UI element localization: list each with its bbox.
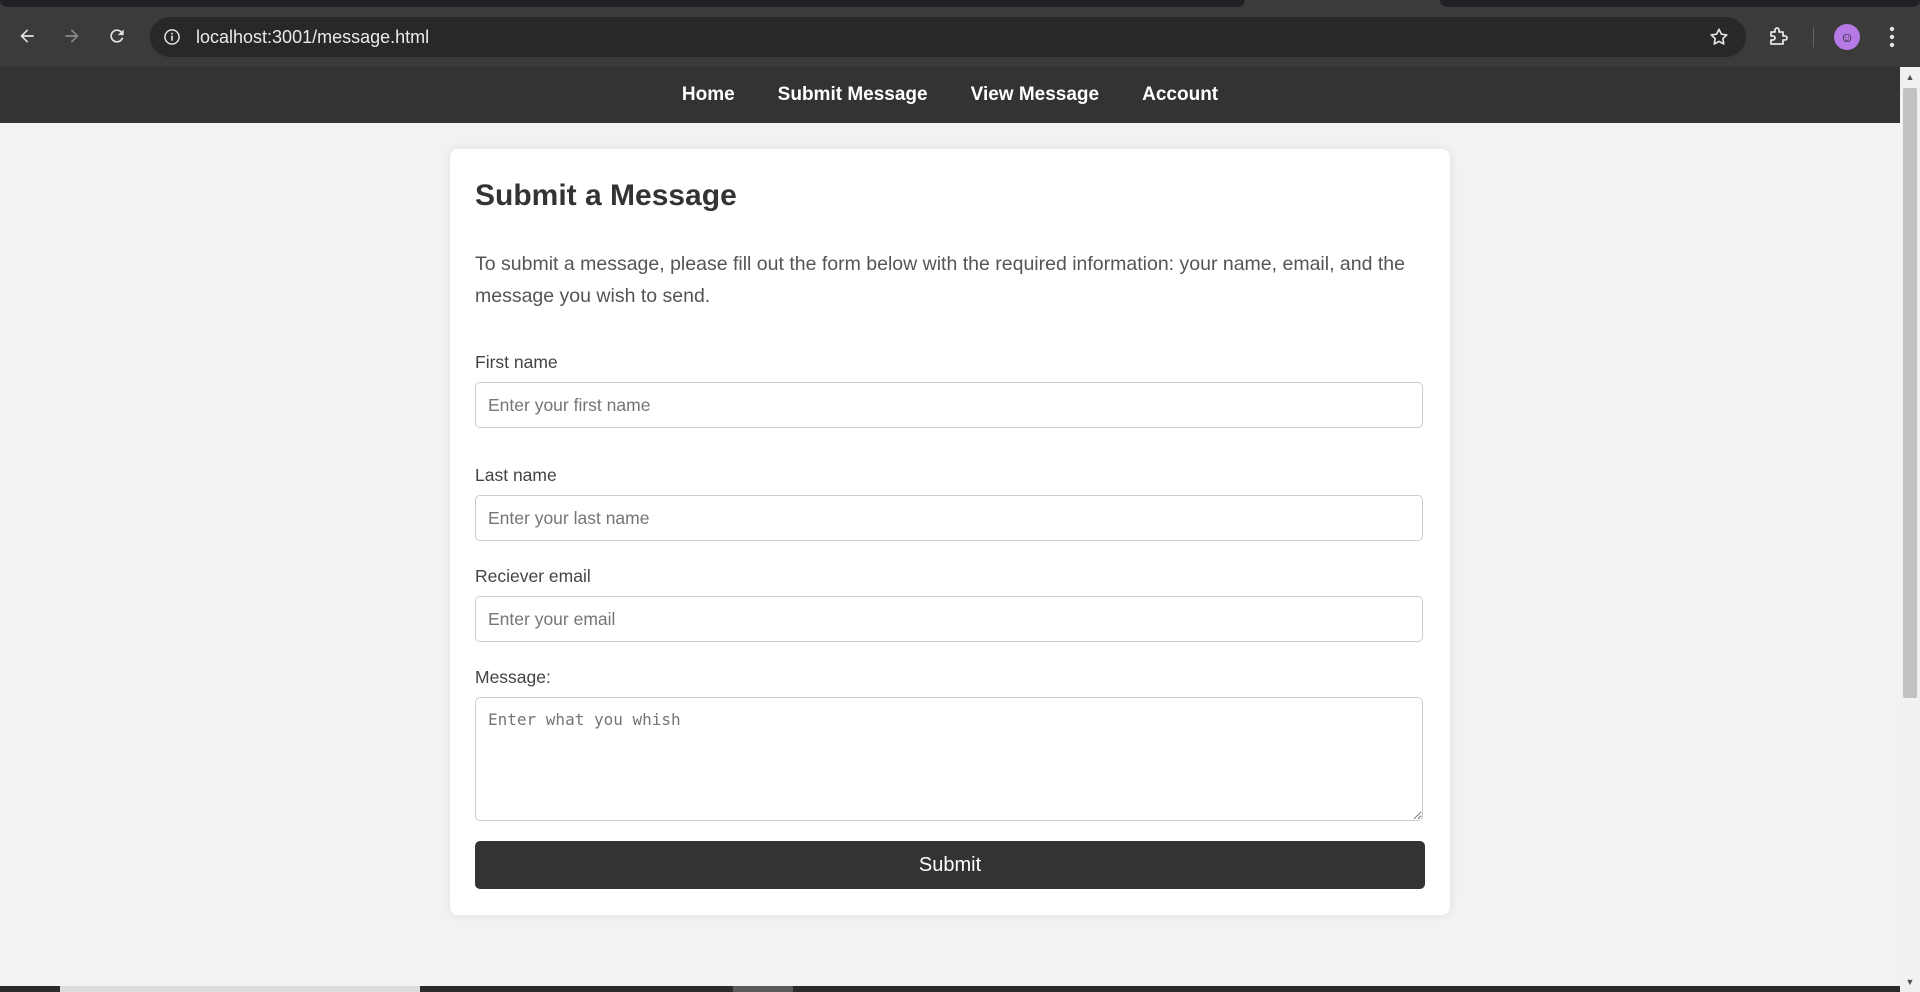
email-label: Reciever email <box>475 566 591 586</box>
last-name-label: Last name <box>475 465 557 485</box>
nav-submit-message[interactable]: Submit Message <box>778 84 928 106</box>
submit-button[interactable]: Submit <box>475 841 1425 889</box>
url-text[interactable]: localhost:3001/message.html <box>196 27 429 47</box>
forward-icon[interactable] <box>58 22 86 50</box>
toolbar-separator <box>1813 27 1814 47</box>
star-icon[interactable] <box>1708 26 1730 48</box>
scroll-up-arrow-icon[interactable]: ▲ <box>1900 69 1920 85</box>
extensions-icon[interactable] <box>1767 24 1791 48</box>
browser-chrome: localhost:3001/message.html ☺ <box>0 0 1920 67</box>
taskbar-item[interactable] <box>60 986 420 992</box>
tab-strip-right <box>1440 0 1920 7</box>
tab-strip <box>0 0 1245 7</box>
reload-icon[interactable] <box>103 22 131 50</box>
info-icon[interactable] <box>162 27 182 47</box>
nav-home[interactable]: Home <box>682 84 735 106</box>
page-title: Submit a Message <box>475 179 737 212</box>
scroll-thumb[interactable] <box>1903 88 1917 698</box>
back-icon[interactable] <box>13 22 41 50</box>
first-name-field[interactable] <box>475 382 1423 428</box>
email-field[interactable] <box>475 596 1423 642</box>
first-name-label: First name <box>475 352 558 372</box>
page-scrollbar[interactable]: ▲ ▼ <box>1900 67 1920 992</box>
message-textarea[interactable] <box>475 697 1423 821</box>
menu-icon[interactable] <box>1882 24 1902 50</box>
main-navigation: Home Submit Message View Message Account <box>0 67 1900 123</box>
address-bar[interactable]: localhost:3001/message.html <box>150 17 1746 57</box>
taskbar-item[interactable] <box>733 986 793 992</box>
scroll-down-arrow-icon[interactable]: ▼ <box>1900 974 1920 990</box>
last-name-field[interactable] <box>475 495 1423 541</box>
form-instructions: To submit a message, please fill out the… <box>475 253 1405 307</box>
nav-view-message[interactable]: View Message <box>971 84 1100 106</box>
message-form-card: Submit a Message To submit a message, pl… <box>450 149 1450 915</box>
message-label: Message: <box>475 667 551 687</box>
nav-account[interactable]: Account <box>1142 84 1218 106</box>
profile-avatar[interactable]: ☺ <box>1834 24 1860 50</box>
